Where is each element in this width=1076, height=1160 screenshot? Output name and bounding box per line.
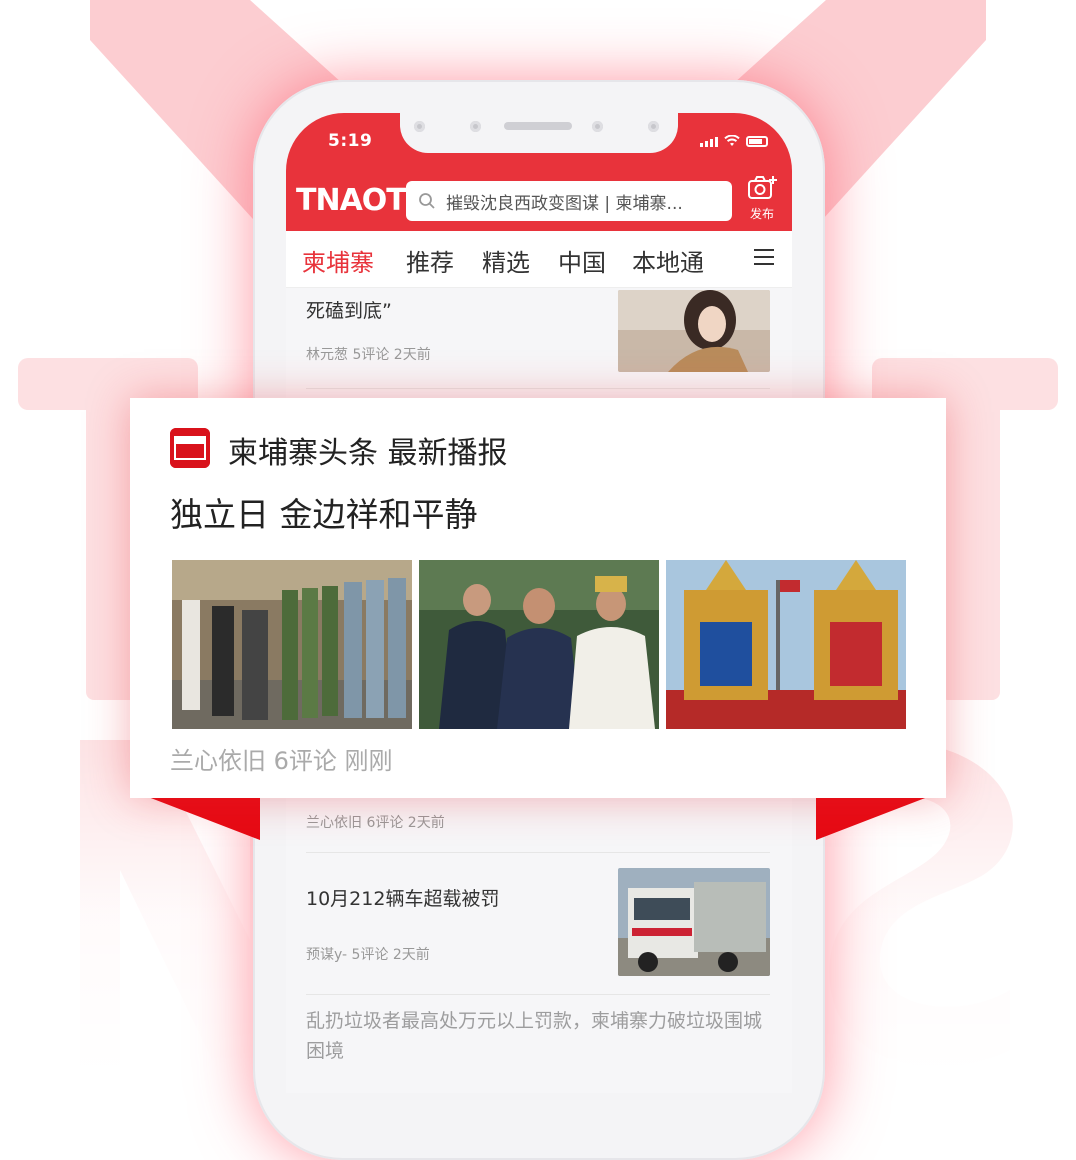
wifi-icon bbox=[724, 135, 740, 146]
battery-icon bbox=[746, 136, 768, 147]
speaker bbox=[504, 122, 572, 130]
app-logo[interactable]: TNAOT bbox=[296, 183, 407, 218]
tab-china[interactable]: 中国 bbox=[558, 243, 606, 278]
publish-label: 发布 bbox=[749, 207, 774, 221]
tnaot-news-logo-icon bbox=[170, 428, 210, 468]
tab-recommended[interactable]: 推荐 bbox=[406, 243, 454, 278]
search-placeholder: 摧毁沈良西政变图谋 | 柬埔寨... bbox=[446, 193, 683, 214]
news-photo[interactable] bbox=[172, 560, 412, 729]
notification-card[interactable]: 柬埔寨头条 最新播报 独立日 金边祥和平静 兰心依旧 6评论 刚刚 bbox=[130, 398, 946, 798]
list-item[interactable]: 乱扔垃圾者最高处万元以上罚款，柬埔寨力破垃圾围城困境 bbox=[306, 1006, 770, 1066]
phone-notch bbox=[400, 113, 678, 153]
list-item[interactable]: 兰心依旧 6评论 2天前 bbox=[306, 812, 770, 832]
news-photo[interactable] bbox=[419, 560, 659, 729]
status-time: 5:19 bbox=[328, 131, 373, 151]
signal-icon bbox=[700, 137, 718, 147]
tab-cambodia[interactable]: 柬埔寨 bbox=[302, 243, 374, 278]
category-tabs: 柬埔寨 推荐 精选 中国 本地通 bbox=[286, 231, 792, 288]
app-name: 柬埔寨头条 最新播报 bbox=[228, 436, 508, 471]
camera-plus-icon bbox=[748, 176, 777, 199]
divider bbox=[306, 388, 770, 389]
sensor-dot bbox=[414, 121, 425, 132]
card-headline: 独立日 金边祥和平静 bbox=[170, 495, 478, 534]
feed-meta: 兰心依旧 6评论 2天前 bbox=[306, 815, 445, 831]
feed-title: 乱扔垃圾者最高处万元以上罚款，柬埔寨力破垃圾围城困境 bbox=[306, 1010, 763, 1062]
camera-dot bbox=[470, 121, 481, 132]
news-thumbnail[interactable] bbox=[618, 290, 770, 372]
news-thumbnail[interactable] bbox=[618, 868, 770, 976]
tab-featured[interactable]: 精选 bbox=[482, 243, 530, 278]
sensor-dot bbox=[592, 121, 603, 132]
app-icon bbox=[170, 428, 210, 468]
tab-local[interactable]: 本地通 bbox=[632, 243, 704, 278]
news-photo[interactable] bbox=[666, 560, 906, 729]
menu-icon[interactable] bbox=[754, 249, 774, 270]
divider bbox=[306, 994, 770, 995]
app-header: 5:19 TNAOT 摧毁沈良西政变图谋 | 柬埔寨... 发布 bbox=[286, 113, 792, 231]
sensor-dot bbox=[648, 121, 659, 132]
publish-button[interactable]: 发布 bbox=[744, 175, 780, 222]
search-icon bbox=[419, 193, 435, 209]
divider bbox=[306, 852, 770, 853]
search-input[interactable]: 摧毁沈良西政变图谋 | 柬埔寨... bbox=[406, 181, 732, 221]
card-meta: 兰心依旧 6评论 刚刚 bbox=[170, 747, 393, 775]
status-icons bbox=[700, 135, 768, 147]
